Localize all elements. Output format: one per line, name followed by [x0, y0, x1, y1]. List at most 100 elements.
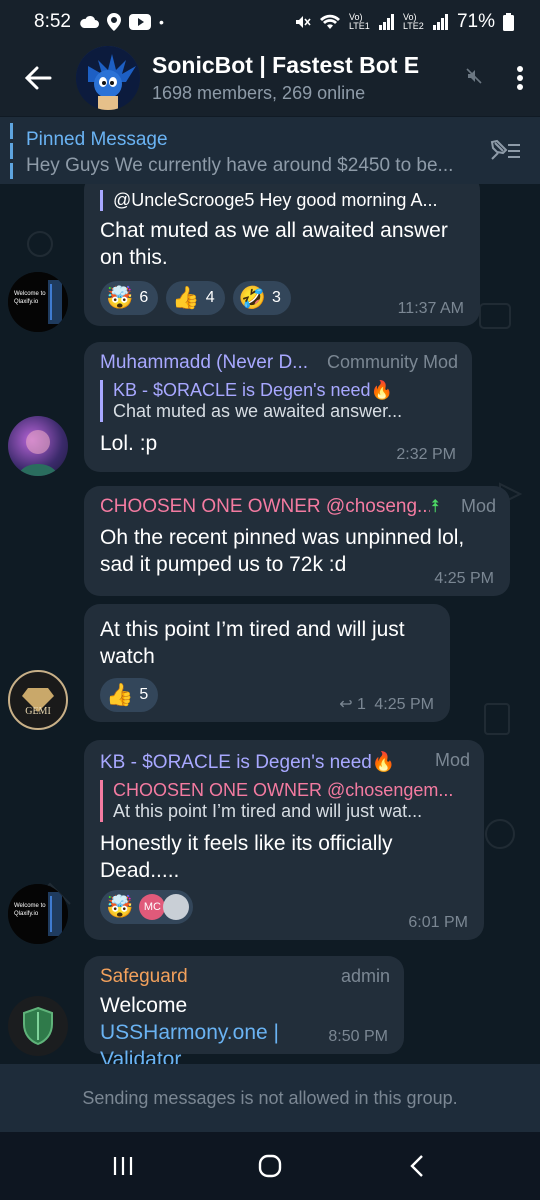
more-menu-button[interactable] [500, 44, 540, 112]
avatar-caption: Welcome to Qlaxify.io [14, 291, 46, 305]
gem-avatar-icon [22, 688, 54, 712]
location-icon [106, 13, 121, 31]
user-avatar[interactable] [8, 996, 68, 1056]
message-text: Chat muted as we all awaited answer on t… [100, 219, 448, 269]
sender-role: admin [340, 966, 390, 986]
sender-role: Mod [460, 496, 496, 516]
back-arrow-icon [24, 66, 52, 90]
chat-header: SonicBot | Fastest Bot E 1698 members, 2… [0, 44, 540, 112]
reply-name: CHOOSEN ONE OWNER @chosengem... [113, 780, 454, 800]
reply-count[interactable]: 1 [357, 696, 366, 713]
sender-name[interactable]: CHOOSEN ONE OWNER @choseng... [100, 496, 430, 518]
member-count: 1698 members, 269 online [152, 83, 366, 103]
home-icon [258, 1154, 282, 1178]
pin-list-icon[interactable] [488, 137, 522, 168]
system-nav-bar [0, 1132, 540, 1200]
user-avatar[interactable] [8, 416, 68, 476]
reaction-rofl[interactable]: 🤣 3 [232, 281, 291, 315]
message-text: Honestly it feels like its officially De… [100, 832, 393, 882]
dot-icon: • [158, 14, 164, 30]
reply-text: @UncleScrooge5 Hey good morning A... [113, 190, 438, 210]
pin-indicator [10, 123, 13, 179]
message-text: At this point I’m tired and will just wa… [100, 618, 405, 668]
shield-avatar-icon [23, 1006, 53, 1046]
message-bubble[interactable]: At this point I’m tired and will just wa… [84, 604, 450, 722]
user-avatar[interactable]: Welcome to Qlaxify.io [8, 884, 68, 944]
reaction-count: 5 [139, 686, 149, 703]
read-only-banner: Sending messages is not allowed in this … [0, 1064, 540, 1132]
user-avatar[interactable]: Welcome to Qlaxify.io [8, 272, 68, 332]
message-time: 2:32 PM [396, 446, 456, 463]
status-bar: 8:52 • Vo) LTE1 Vo) LTE2 71% [0, 0, 540, 44]
carrier-2: Vo) LTE2 [402, 12, 424, 31]
recents-icon [114, 1157, 133, 1175]
muted-icon [466, 67, 482, 89]
sender-name[interactable]: KB - $ORACLE is Degen's need🔥 [100, 750, 400, 774]
battery-icon [503, 13, 514, 31]
carrier-1: Vo) LTE1 [348, 12, 370, 31]
reactor-avatar: MC [139, 894, 166, 920]
sender-role: Mod [434, 750, 470, 770]
cloud-icon [79, 15, 99, 29]
reaction-exploding-head[interactable]: 🤯 6 [100, 281, 159, 315]
battery-percent: 71% [456, 11, 495, 32]
message-text-prefix: Welcome [100, 994, 188, 1017]
avatar-caption: GEMI [25, 706, 51, 717]
reply-name: KB - $ORACLE is Degen's need🔥 [113, 380, 393, 400]
pinned-text: Hey Guys We currently have around $2450 … [26, 155, 454, 176]
reactor-avatar [163, 894, 190, 920]
signal-icon [378, 14, 395, 30]
recents-button[interactable] [93, 1141, 153, 1191]
message-bubble[interactable]: CHOOSEN ONE OWNER @choseng... ⯭ Mod Oh t… [84, 486, 510, 596]
sender-name[interactable]: Muhammadd (Never D... [100, 352, 320, 374]
message-time: 6:01 PM [408, 914, 468, 931]
reply-quote[interactable]: CHOOSEN ONE OWNER @chosengem... At this … [100, 780, 468, 822]
message-time: 4:25 PM [434, 570, 494, 587]
message-link[interactable]: USSHarmony.one | Validator [100, 1021, 279, 1064]
back-nav-button[interactable] [387, 1141, 447, 1191]
reply-quote[interactable]: KB - $ORACLE is Degen's need🔥 Chat muted… [100, 380, 456, 422]
chat-area[interactable]: @UncleScrooge5 Hey good morning A... Cha… [0, 184, 540, 1064]
message-bubble[interactable]: KB - $ORACLE is Degen's need🔥 Mod CHOOSE… [84, 740, 484, 940]
message-bubble[interactable]: @UncleScrooge5 Hey good morning A... Cha… [84, 184, 480, 326]
pinned-message-bar[interactable]: Pinned Message Hey Guys We currently hav… [0, 116, 540, 184]
tree-icon: ⯭ [430, 496, 441, 516]
avatar-caption: Welcome to Qlaxify.io [14, 903, 46, 917]
exploding-head-icon: 🤯 [106, 285, 134, 310]
group-title[interactable]: SonicBot | Fastest Bot E [152, 52, 466, 79]
message-meta: ↩ 1 4:25 PM [339, 694, 434, 714]
group-avatar[interactable] [76, 46, 140, 110]
message-time: 8:50 PM [328, 1028, 388, 1045]
rofl-icon: 🤣 [238, 285, 267, 310]
reaction-count: 6 [139, 289, 149, 306]
user-avatar[interactable]: GEMI [8, 670, 68, 730]
reply-arrow-icon: ↩ [339, 696, 353, 713]
thumbs-up-icon: 👍 [172, 285, 200, 310]
home-button[interactable] [240, 1141, 300, 1191]
signal-icon [432, 14, 449, 30]
message-text: Welcome USSHarmony.one | Validator [100, 992, 360, 1064]
reaction-thumbs-up[interactable]: 👍 4 [166, 281, 225, 315]
reaction-count: 4 [205, 289, 215, 306]
reply-text: At this point I’m tired and will just wa… [113, 801, 423, 821]
sonic-avatar-icon [76, 46, 140, 110]
reaction-thumbs-up[interactable]: 👍 5 [100, 678, 159, 712]
chevron-left-icon [409, 1155, 423, 1177]
reply-quote[interactable]: @UncleScrooge5 Hey good morning A... [100, 190, 464, 211]
message-bubble[interactable]: Muhammadd (Never D... Community Mod KB -… [84, 342, 472, 472]
back-button[interactable] [0, 44, 76, 112]
message-time: 4:25 PM [374, 696, 434, 713]
pinned-title: Pinned Message [26, 129, 168, 150]
wifi-icon [319, 14, 341, 30]
reply-text: Chat muted as we awaited answer... [113, 401, 403, 421]
reaction-count: 3 [272, 289, 281, 306]
message-time: 11:37 AM [397, 300, 464, 317]
exploding-head-icon: 🤯 [106, 894, 134, 919]
status-time: 8:52 [34, 11, 71, 32]
message-bubble[interactable]: Safeguard admin Welcome USSHarmony.one |… [84, 956, 404, 1064]
portrait-avatar-icon [18, 430, 58, 476]
thumbs-up-icon: 👍 [106, 682, 134, 707]
mute-icon [293, 13, 311, 31]
youtube-icon [128, 14, 151, 30]
reaction-exploding-head[interactable]: 🤯 MC [100, 890, 194, 924]
